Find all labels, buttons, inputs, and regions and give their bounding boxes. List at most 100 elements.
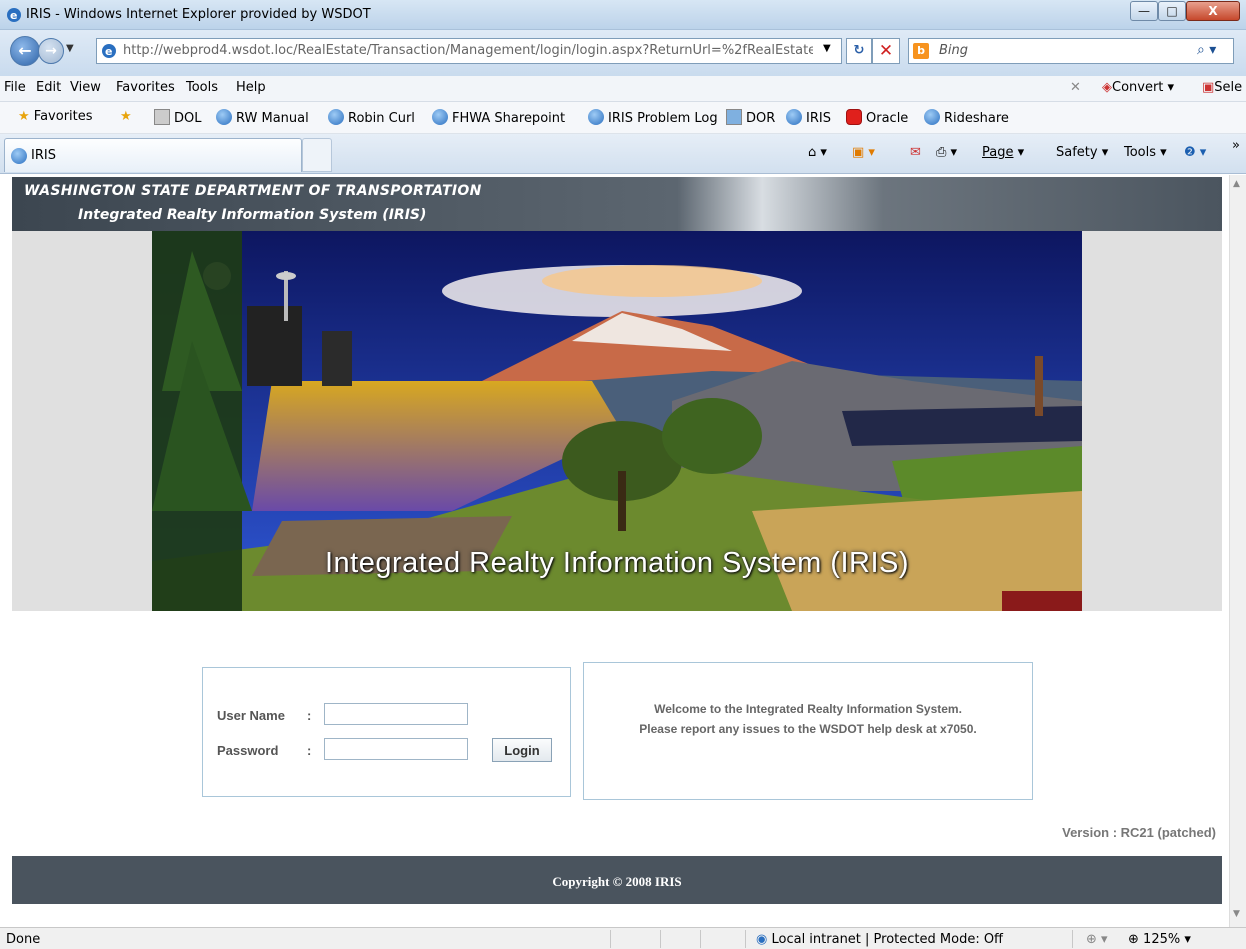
fav-label: IRIS Problem Log — [608, 111, 718, 126]
window-title: IRIS - Windows Internet Explorer provide… — [26, 7, 371, 22]
security-zone-label: Local intranet | Protected Mode: Off — [771, 932, 1004, 947]
maximize-button[interactable]: □ — [1158, 1, 1186, 21]
welcome-message: Welcome to the Integrated Realty Informa… — [654, 702, 962, 716]
tab-bar: IRIS ⌂ ▾ ▣ ▾ ✉ ⎙ ▾ Page ▾ Safety ▾ Tools… — [0, 134, 1246, 174]
forward-button[interactable]: → — [38, 38, 64, 64]
tab-iris[interactable]: IRIS — [4, 138, 302, 172]
copyright-text: Copyright © 2008 IRIS — [552, 874, 682, 889]
safety-menu-label: Safety — [1056, 145, 1098, 160]
back-button[interactable]: ← — [10, 36, 40, 66]
popup-icon[interactable]: ⊕ ▾ — [1086, 932, 1108, 947]
status-divider — [660, 930, 661, 948]
header-system: Integrated Realty Information System (IR… — [78, 207, 427, 223]
vertical-scrollbar[interactable]: ▲ ▼ — [1229, 175, 1246, 927]
convert-label: Convert — [1112, 80, 1164, 95]
status-divider — [1072, 930, 1073, 948]
chevron-right-icon[interactable]: » — [1232, 138, 1240, 153]
url-field[interactable]: e http://webprod4.wsdot.loc/RealEstate/T… — [96, 38, 842, 64]
page-menu-label: Page — [982, 145, 1014, 160]
fav-link-iris[interactable]: IRIS — [786, 109, 831, 126]
site-icon — [154, 109, 170, 125]
zoom-level: 125% — [1143, 932, 1181, 947]
banner-image: Integrated Realty Information System (IR… — [152, 231, 1082, 611]
oracle-icon — [846, 109, 862, 125]
tools-menu-label: Tools — [1124, 145, 1157, 160]
status-divider — [745, 930, 746, 948]
minimize-button[interactable]: — — [1130, 1, 1158, 21]
fav-label: Rideshare — [944, 111, 1009, 126]
refresh-button[interactable]: ↻ — [846, 38, 872, 64]
feeds-icon[interactable]: ▣ ▾ — [852, 145, 875, 160]
search-icon[interactable]: ⌕ ▾ — [1197, 42, 1216, 58]
page-content: WASHINGTON STATE DEPARTMENT OF TRANSPORT… — [0, 175, 1229, 927]
fav-label: IRIS — [806, 111, 831, 126]
username-field[interactable] — [324, 703, 468, 725]
bing-icon: b — [913, 43, 929, 59]
fav-link-fhwa-sharepoint[interactable]: FHWA Sharepoint — [432, 109, 565, 126]
tools-menu[interactable]: Tools ▾ — [1124, 145, 1167, 160]
history-dropdown-icon[interactable]: ▼ — [66, 43, 74, 54]
fav-link-robin-curl[interactable]: Robin Curl — [328, 109, 415, 126]
select-label: Sele — [1214, 80, 1243, 95]
ie-icon — [786, 109, 802, 125]
menu-tools[interactable]: Tools — [186, 80, 218, 95]
fav-link-rw-manual[interactable]: RW Manual — [216, 109, 309, 126]
select-button[interactable]: ▣Sele — [1202, 80, 1242, 95]
scroll-up-icon[interactable]: ▲ — [1233, 179, 1240, 189]
zoom-control[interactable]: ⊕ 125% ▾ — [1128, 932, 1191, 947]
status-divider — [610, 930, 611, 948]
security-zone[interactable]: ◉ Local intranet | Protected Mode: Off — [756, 932, 1003, 947]
fav-link-dol[interactable]: DOL — [154, 109, 202, 126]
menu-bar: File Edit View Favorites Tools Help ✕ ◈C… — [0, 76, 1246, 102]
favorites-bar: ★ Favorites ★ DOL RW Manual Robin Curl F… — [0, 102, 1246, 134]
search-placeholder: Bing — [939, 43, 969, 58]
fav-label: DOL — [174, 111, 202, 126]
home-icon[interactable]: ⌂ ▾ — [808, 145, 827, 160]
scroll-down-icon[interactable]: ▼ — [1233, 909, 1240, 919]
fav-link-iris-problem-log[interactable]: IRIS Problem Log — [588, 109, 718, 126]
search-input[interactable]: b Bing ⌕ ▾ — [908, 38, 1234, 64]
menu-help[interactable]: Help — [236, 80, 266, 95]
svg-text:e: e — [105, 45, 112, 58]
password-field[interactable] — [324, 738, 468, 760]
ie-icon — [216, 109, 232, 125]
fav-link-dor[interactable]: DOR — [726, 109, 775, 126]
ie-icon — [588, 109, 604, 125]
url-dropdown-icon[interactable]: ▼ — [823, 43, 831, 54]
convert-icon: ◈ — [1102, 80, 1112, 95]
select-icon: ▣ — [1202, 80, 1215, 95]
favorites-button[interactable]: ★ Favorites — [18, 109, 93, 124]
stop-button[interactable]: ✕ — [872, 38, 900, 64]
password-colon: : — [307, 743, 312, 758]
page-menu[interactable]: Page ▾ — [982, 145, 1024, 160]
safety-menu[interactable]: Safety ▾ — [1056, 145, 1108, 160]
login-button[interactable]: Login — [492, 738, 552, 762]
address-bar: ← → ▼ e http://webprod4.wsdot.loc/RealEs… — [0, 30, 1246, 76]
menu-favorites[interactable]: Favorites — [116, 80, 175, 95]
add-favorite-icon[interactable]: ★ — [120, 109, 132, 124]
convert-button[interactable]: ◈Convert ▾ — [1102, 80, 1174, 95]
svg-text:e: e — [10, 9, 17, 22]
help-icon[interactable]: ❷ ▾ — [1184, 145, 1206, 160]
favorites-label: Favorites — [33, 109, 93, 124]
close-button[interactable]: X — [1186, 1, 1240, 21]
fav-link-oracle[interactable]: Oracle — [846, 109, 908, 126]
menu-file[interactable]: File — [4, 80, 26, 95]
menu-view[interactable]: View — [70, 80, 101, 95]
fav-label: FHWA Sharepoint — [452, 111, 566, 126]
helpdesk-message: Please report any issues to the WSDOT he… — [639, 722, 977, 736]
banner-area: Integrated Realty Information System (IR… — [12, 231, 1222, 611]
print-icon[interactable]: ⎙ ▾ — [936, 145, 957, 160]
site-icon — [726, 109, 742, 125]
fav-label: Robin Curl — [348, 111, 415, 126]
new-tab-button[interactable] — [302, 138, 332, 172]
password-label: Password — [217, 743, 279, 758]
fav-link-rideshare[interactable]: Rideshare — [924, 109, 1009, 126]
menu-edit[interactable]: Edit — [36, 80, 61, 95]
mail-icon[interactable]: ✉ — [910, 145, 921, 160]
header-agency: WASHINGTON STATE DEPARTMENT OF TRANSPORT… — [24, 183, 482, 199]
page-ie-icon: e — [102, 44, 116, 58]
close-toolbar-icon[interactable]: ✕ — [1070, 80, 1081, 95]
ie-icon — [11, 148, 27, 164]
username-label: User Name — [217, 708, 285, 723]
